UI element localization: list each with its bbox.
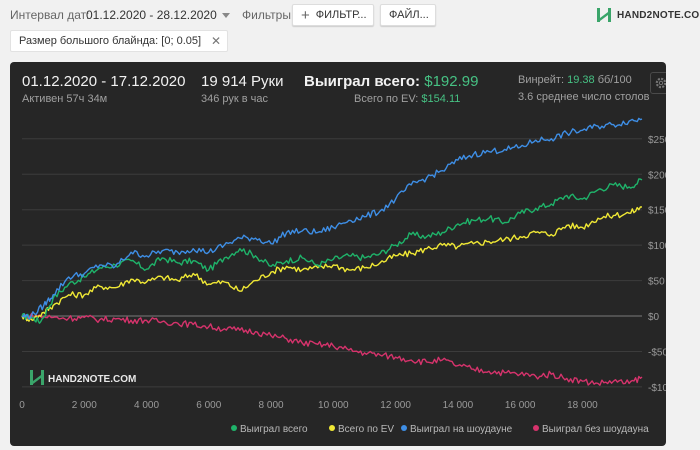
hand2note-logo[interactable]: HAND2NOTE.COM [595, 5, 700, 25]
chart-grid [22, 138, 642, 388]
legend-marker [401, 425, 407, 431]
date-range-label: Интервал дат: [10, 8, 90, 22]
x-tick-label: 12 000 [380, 400, 411, 411]
legend-marker [533, 425, 539, 431]
watermark-logo-icon [30, 370, 44, 385]
series-line-2 [21, 117, 643, 320]
x-axis-ticks: 0 2 000 4 000 6 000 8 000 10 000 12 000 14 000 1… [19, 400, 598, 411]
y-tick-label: $0 [648, 312, 660, 323]
y-tick-label: $200 [648, 170, 666, 181]
x-tick-label: 2 000 [72, 400, 97, 411]
toolbar: Интервал дат: 01.12.2020 - 28.12.2020 Фи… [0, 0, 700, 60]
y-tick-label: $150 [648, 206, 666, 217]
x-tick-label: 14 000 [443, 400, 474, 411]
date-range-value: 01.12.2020 - 28.12.2020 [86, 8, 217, 22]
legend-label: Всего по EV [338, 424, 394, 435]
x-tick-label: 18 000 [567, 400, 598, 411]
y-tick-label: -$100 [648, 383, 666, 394]
chart-series [21, 117, 643, 386]
chevron-down-icon [221, 12, 230, 18]
add-filter-button[interactable]: + ФИЛЬТР... [292, 4, 374, 26]
x-tick-label: 16 000 [505, 400, 536, 411]
legend-marker [329, 425, 335, 431]
chart-watermark: HAND2NOTE.COM [30, 370, 136, 385]
date-range-select[interactable]: 01.12.2020 - 28.12.2020 [86, 5, 230, 25]
legend-marker [231, 425, 237, 431]
legend-label: Выиграл без шоудауна [542, 423, 649, 435]
watermark-text: HAND2NOTE.COM [48, 374, 136, 385]
x-tick-label: 10 000 [318, 400, 349, 411]
logo-text: HAND2NOTE.COM [617, 9, 700, 21]
file-button-label: ФАЙЛ... [389, 9, 429, 21]
x-tick-label: 4 000 [134, 400, 159, 411]
x-tick-label: 0 [19, 400, 25, 411]
file-button[interactable]: ФАЙЛ... [380, 4, 436, 26]
legend-label: Выиграл всего [240, 424, 308, 435]
y-axis-ticks: $250 $200 $150 $100 $50 $0 -$50 -$100 [648, 135, 666, 394]
filters-label: Фильтры: [242, 8, 295, 22]
plus-icon: + [301, 6, 310, 24]
y-tick-label: $50 [648, 277, 665, 288]
y-tick-label: -$50 [648, 347, 666, 358]
filter-chip-label: Размер большого блайнда: [0; 0.05] [19, 35, 202, 47]
hand2note-logo-icon [597, 8, 611, 22]
legend-label: Выиграл на шоудауне [410, 424, 513, 435]
profit-chart: $250 $200 $150 $100 $50 $0 -$50 -$100 0 2 000 4 0… [19, 117, 666, 435]
close-icon[interactable]: ✕ [211, 34, 221, 48]
filter-chip[interactable]: Размер большого блайнда: [0; 0.05] ✕ [10, 30, 229, 52]
add-filter-button-label: ФИЛЬТР... [315, 9, 367, 21]
y-tick-label: $250 [648, 135, 666, 146]
x-tick-label: 8 000 [259, 400, 284, 411]
graph-panel: 01.12.2020 - 17.12.2020 Активен 57ч 34м … [10, 62, 666, 446]
y-tick-label: $100 [648, 241, 666, 252]
x-tick-label: 6 000 [196, 400, 221, 411]
series-line-0 [21, 178, 643, 324]
chart-legend: Выиграл всего Всего по EV Выиграл на шоуда… [231, 423, 649, 435]
